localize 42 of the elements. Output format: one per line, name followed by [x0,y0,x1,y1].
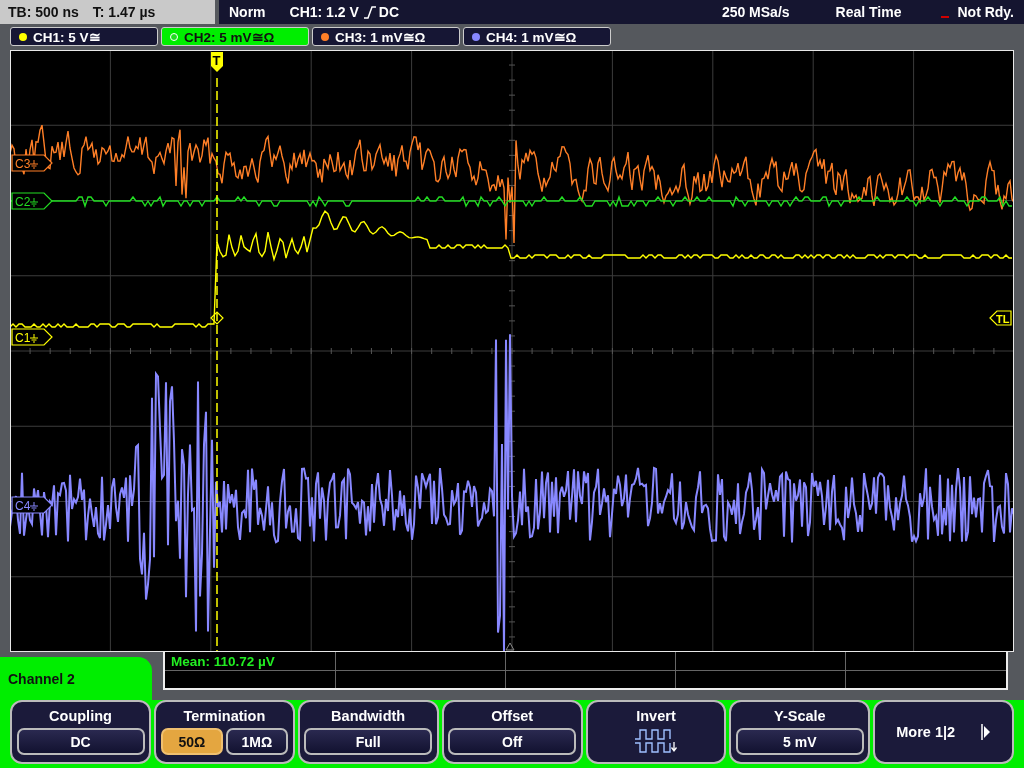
trigger-coupling-label: DC [378,4,400,20]
value-field[interactable]: DC [16,728,145,755]
value-field[interactable]: 5 mV [735,728,864,755]
channel-tab[interactable]: CH3: 1 mV≅Ω [312,27,460,46]
run-status-label: Not Rdy. [957,4,1014,20]
option-button[interactable]: 50Ω [160,728,223,755]
trigger-source-label: CH1: 1.2 V [289,4,359,20]
trigger-point-icon [210,311,224,325]
channel-tab[interactable]: CH1: 5 V≅ [10,27,158,46]
next-arrow-icon [981,723,992,740]
trigger-level-marker[interactable]: TL [989,310,1012,326]
trigger-time-label[interactable]: T: 1.47 µs [92,4,156,20]
channel-tab-label: CH2: 5 mV≅Ω [184,28,275,45]
channel-marker[interactable]: C2 [11,192,53,210]
softkey-label: Invert [636,708,676,724]
value-field[interactable]: Full [304,728,433,755]
measurement-readout: Mean: 110.72 µV [170,654,275,669]
channel-tab-label: CH1: 5 V≅ [33,28,101,45]
option-button[interactable]: 1MΩ [225,728,288,755]
sample-rate-label: 250 MSa/s [721,4,790,20]
acquisition-mode-label: Real Time [835,4,902,20]
timebase-label[interactable]: TB: 500 ns [8,4,79,20]
channel-marker[interactable]: C4 [11,496,53,514]
more-softkey[interactable]: More 1|2 [873,700,1014,764]
channel-marker[interactable]: C1 [11,328,53,346]
channel-marker[interactable]: C3 [11,154,53,172]
center-marker-icon [505,642,515,651]
channel-tab-label: CH4: 1 mV≅Ω [486,28,577,45]
channel-tab[interactable]: CH2: 5 mV≅Ω [161,27,309,46]
channel-tab-label: CH3: 1 mV≅Ω [335,28,426,45]
rising-edge-icon [362,5,377,19]
invert-waveform-icon [634,728,678,754]
menu-softkey[interactable]: Bandwidth Full [297,700,439,764]
menu-softkey[interactable]: Y-Scale 5 mV [729,700,871,764]
softkey-label: Termination [183,708,266,724]
trigger-mode-label: Norm [229,4,266,20]
trigger-position-marker[interactable]: T [211,52,223,72]
menu-softkey[interactable]: Offset Off [441,700,583,764]
status-indicator-icon [941,16,950,18]
menu-softkey[interactable]: Coupling DC [10,700,151,764]
channel-tab[interactable]: CH4: 1 mV≅Ω [463,27,611,46]
value-field[interactable]: Off [448,728,577,755]
